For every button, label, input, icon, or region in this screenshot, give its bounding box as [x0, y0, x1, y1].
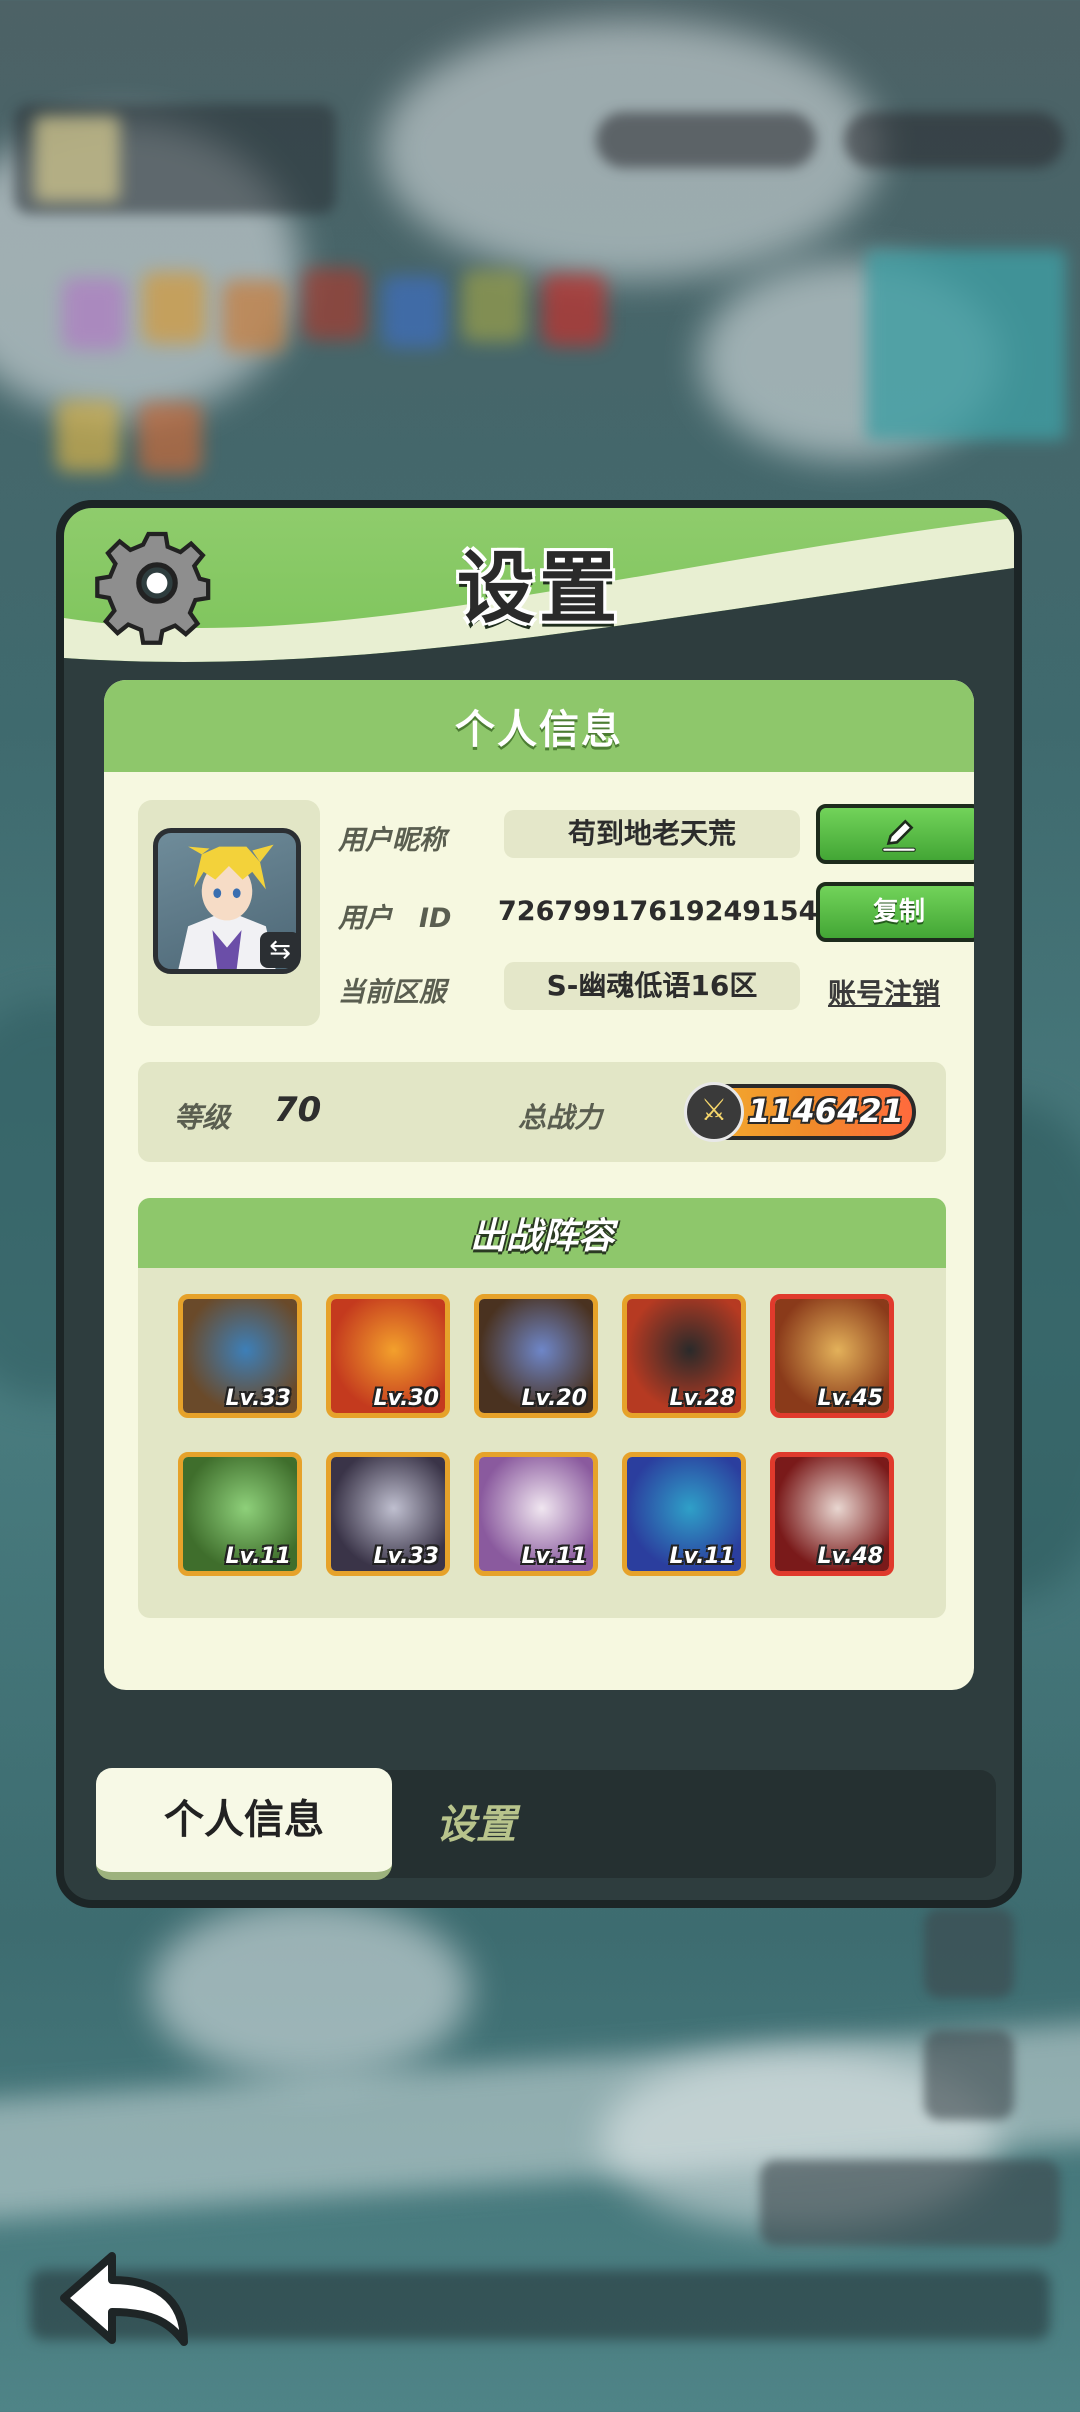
profile-card: 个人信息 ⇆ 用户昵称 苟到地老天荒 用户 ID 726799176192491…: [104, 680, 974, 1690]
hero-level: Lv.30: [373, 1386, 439, 1411]
hero-slot[interactable]: Lv.33: [326, 1452, 450, 1576]
profile-info: ⇆ 用户昵称 苟到地老天荒 用户 ID 7267991761924915​4 复…: [138, 800, 974, 1030]
resource-gems: [596, 112, 816, 168]
server-label: 当前区服: [338, 977, 446, 1008]
hero-level: Lv.45: [817, 1386, 883, 1411]
player-avatar: [34, 116, 120, 202]
power-label: 总战力: [518, 1101, 603, 1134]
copy-id-button[interactable]: 复制: [816, 882, 974, 942]
hero-level: Lv.33: [373, 1544, 439, 1569]
user-id-label: 用户 ID: [338, 903, 452, 934]
user-id-value: 7267991761924915​4: [498, 896, 818, 927]
hero-slot[interactable]: Lv.48: [770, 1452, 894, 1576]
crossed-swords-icon: ⚔: [684, 1082, 744, 1142]
settings-panel: 设置 个人信息 ⇆ 用户昵称 苟到地老天荒 用户 ID 726799176192…: [56, 500, 1022, 1908]
cancel-account-link[interactable]: 账号注销: [828, 972, 940, 1012]
nickname-label: 用户昵称: [338, 825, 446, 856]
power-value: 1146421: [748, 1092, 904, 1130]
level-label: 等级: [174, 1101, 231, 1134]
resource-gold: [844, 112, 1064, 168]
hero-slot[interactable]: Lv.45: [770, 1294, 894, 1418]
panel-header: 设置: [64, 508, 1014, 668]
stats-row: 等级 70 总战力 ⚔ 1146421: [138, 1062, 946, 1162]
edit-nickname-button[interactable]: [816, 804, 974, 864]
hero-slot[interactable]: Lv.20: [474, 1294, 598, 1418]
hero-slot[interactable]: Lv.28: [622, 1294, 746, 1418]
hero-level: Lv.48: [817, 1544, 883, 1569]
pencil-icon: [882, 819, 916, 852]
server-value: S-幽魂低语16区: [504, 962, 800, 1010]
swap-avatar-icon[interactable]: ⇆: [260, 932, 300, 968]
battle-lineup: 出战阵容 Lv.33 Lv.30 Lv.20 Lv.28 Lv.45 Lv.11 Lv.33…: [138, 1198, 946, 1618]
profile-card-header: 个人信息: [104, 680, 974, 772]
tab-profile[interactable]: 个人信息: [96, 1768, 392, 1880]
page-title: 设置: [456, 544, 621, 634]
tab-settings[interactable]: 设置: [436, 1792, 516, 1850]
nickname-value: 苟到地老天荒: [504, 810, 800, 858]
hero-level: Lv.11: [669, 1544, 735, 1569]
hero-level: Lv.11: [225, 1544, 291, 1569]
minimap: [866, 250, 1066, 440]
hero-level: Lv.11: [521, 1544, 587, 1569]
hero-slot[interactable]: Lv.33: [178, 1294, 302, 1418]
back-arrow-icon[interactable]: [56, 2246, 192, 2356]
hero-slot[interactable]: Lv.30: [326, 1294, 450, 1418]
hero-level: Lv.28: [669, 1386, 735, 1411]
tab-bar: 个人信息 设置: [96, 1768, 996, 1880]
hero-slot[interactable]: Lv.11: [474, 1452, 598, 1576]
hero-slot[interactable]: Lv.11: [622, 1452, 746, 1576]
hero-slot[interactable]: Lv.11: [178, 1452, 302, 1576]
hero-level: Lv.33: [225, 1386, 291, 1411]
level-value: 70: [274, 1090, 322, 1130]
avatar-frame[interactable]: ⇆: [138, 800, 320, 1026]
power-badge: ⚔ 1146421: [684, 1082, 916, 1142]
lineup-header: 出战阵容: [138, 1198, 946, 1268]
hero-level: Lv.20: [521, 1386, 587, 1411]
